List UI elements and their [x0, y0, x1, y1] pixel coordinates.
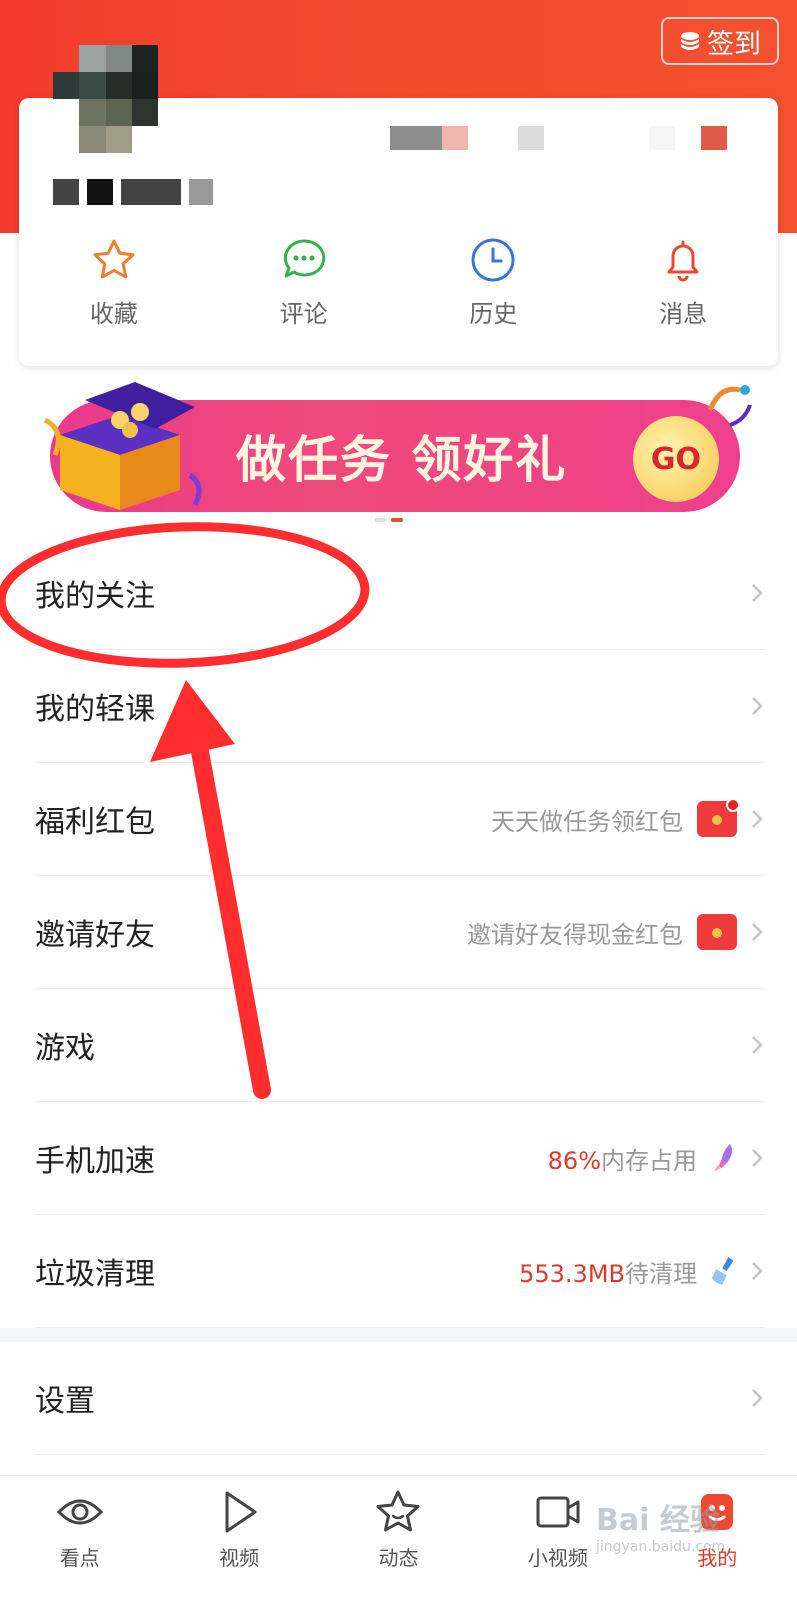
memory-usage-value: 86%: [547, 1146, 601, 1175]
chevron-right-icon: [752, 810, 763, 828]
red-packet-icon: [697, 914, 737, 950]
baidu-jingyan-watermark: Bai 经验 jingyan.baidu.com: [596, 1495, 725, 1555]
broom-icon: [711, 1257, 734, 1285]
tab-label: 小视频: [527, 1546, 588, 1570]
quick-comments[interactable]: 评论: [229, 236, 379, 356]
quick-messages[interactable]: 消息: [608, 236, 758, 356]
menu-title: 福利红包: [35, 805, 155, 840]
menu-row-phone-boost[interactable]: 手机加速 86%内存占用: [35, 1102, 765, 1215]
menu-subtitle: 553.3MB待清理: [519, 1254, 697, 1289]
chevron-right-icon: [752, 584, 763, 602]
banner-text: 做任务 领好礼: [236, 431, 568, 489]
menu-title: 邀请好友: [35, 918, 155, 953]
quick-label: 历史: [469, 300, 518, 328]
menu-subtitle: 邀请好友得现金红包: [467, 920, 683, 949]
menu-row-settings[interactable]: 设置: [35, 1342, 765, 1455]
menu-title: 垃圾清理: [35, 1257, 155, 1292]
menu-subtitle: 天天做任务领红包: [491, 807, 683, 836]
banner-pagination: [375, 518, 403, 522]
quick-history[interactable]: 历史: [418, 236, 568, 356]
quick-label: 消息: [659, 300, 708, 328]
junk-size-label: 待清理: [625, 1259, 697, 1288]
menu-title: 手机加速: [35, 1144, 155, 1179]
task-banner[interactable]: 做任务 领好礼 GO: [40, 380, 755, 515]
menu-row-invite-friends[interactable]: 邀请好友 邀请好友得现金红包: [35, 876, 765, 989]
chevron-right-icon: [752, 1149, 763, 1167]
menu-row-welfare-redpacket[interactable]: 福利红包 天天做任务领红包: [35, 763, 765, 876]
red-packet-icon: [697, 798, 740, 837]
section-gap: [0, 1328, 797, 1342]
quick-label: 收藏: [89, 300, 138, 328]
tab-video[interactable]: 视频: [174, 1476, 304, 1601]
gift-box-icon: [43, 382, 202, 510]
rocket-icon: [713, 1144, 733, 1172]
menu-row-following[interactable]: 我的关注: [35, 537, 765, 650]
avatar[interactable]: [53, 45, 158, 153]
tab-dynamic[interactable]: 动态: [333, 1476, 463, 1601]
quick-actions: 收藏 评论 历史 消息: [19, 236, 778, 356]
clock-icon: [471, 238, 515, 282]
notification-dot: [726, 798, 740, 812]
star-face-icon: [376, 1490, 420, 1532]
menu-title: 我的关注: [35, 579, 155, 614]
signin-button[interactable]: 签到: [661, 17, 779, 65]
memory-usage-label: 内存占用: [601, 1146, 697, 1175]
watermark-text: Bai 经验: [596, 1503, 720, 1538]
star-icon: [93, 239, 135, 279]
stats-redacted: [390, 126, 727, 150]
chevron-right-icon: [752, 1036, 763, 1054]
nickname-redacted: [53, 178, 213, 206]
quick-favorites[interactable]: 收藏: [39, 236, 189, 356]
video-camera-icon: [536, 1496, 580, 1528]
coin-stack-icon: [681, 32, 699, 50]
signin-label: 签到: [707, 28, 761, 60]
play-icon: [225, 1491, 257, 1533]
confetti-icon: [707, 385, 752, 427]
chevron-right-icon: [752, 697, 763, 715]
junk-size-value: 553.3MB: [519, 1259, 625, 1288]
menu-row-games[interactable]: 游戏: [35, 989, 765, 1102]
menu-subtitle: 86%内存占用: [548, 1141, 697, 1176]
tab-watch[interactable]: 看点: [15, 1476, 145, 1601]
tab-label: 视频: [219, 1546, 260, 1570]
chevron-right-icon: [752, 1389, 763, 1407]
eye-icon: [56, 1499, 103, 1525]
pagination-dot: [375, 518, 387, 522]
menu-title: 设置: [35, 1384, 95, 1419]
chevron-right-icon: [752, 923, 763, 941]
bell-icon: [667, 240, 699, 282]
tab-label: 看点: [59, 1546, 100, 1570]
quick-label: 评论: [279, 300, 328, 328]
chat-bubble-icon: [283, 239, 325, 278]
menu-row-light-course[interactable]: 我的轻课: [35, 650, 765, 763]
chevron-right-icon: [752, 1262, 763, 1280]
menu-list: 我的关注 我的轻课 福利红包 天天做任务领红包 邀请好友 邀请好友得现金红包 游…: [0, 537, 797, 1455]
menu-title: 我的轻课: [35, 692, 155, 727]
watermark-subtext: jingyan.baidu.com: [596, 1539, 726, 1555]
menu-row-junk-clean[interactable]: 垃圾清理 553.3MB待清理: [35, 1215, 765, 1328]
pagination-dot-active: [391, 518, 403, 522]
tab-label: 动态: [378, 1546, 419, 1570]
menu-title: 游戏: [35, 1031, 95, 1066]
